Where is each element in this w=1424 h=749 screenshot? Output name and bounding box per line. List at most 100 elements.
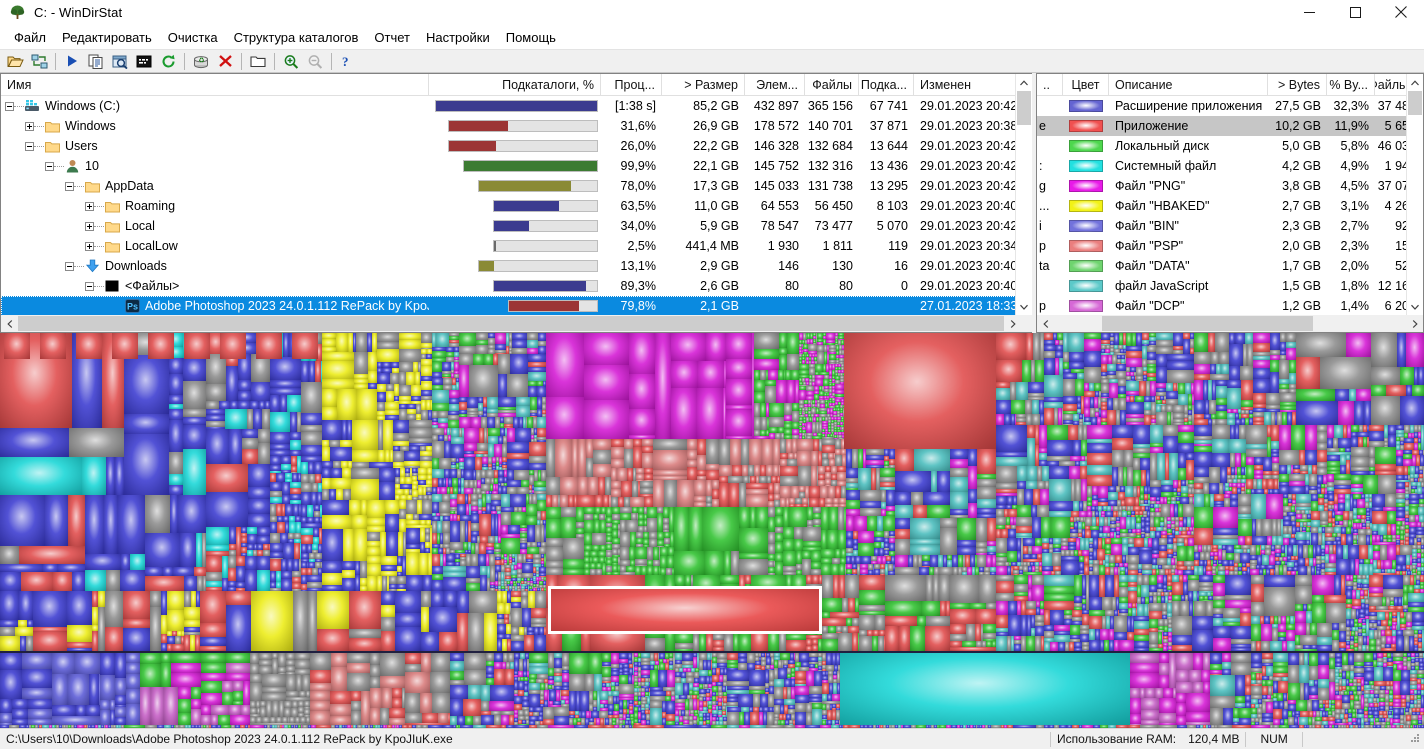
treemap-block[interactable] — [584, 365, 629, 400]
treemap-block[interactable] — [423, 575, 432, 591]
treemap-block[interactable] — [497, 624, 506, 634]
treemap-block[interactable] — [1136, 367, 1143, 376]
treemap-block[interactable] — [1289, 538, 1296, 545]
treemap-block[interactable] — [1212, 453, 1230, 467]
treemap-block[interactable] — [1082, 650, 1089, 651]
treemap-block[interactable] — [504, 417, 513, 424]
treemap-block[interactable] — [1373, 551, 1380, 560]
extension-row[interactable]: : Системный файл 4,2 GB 4,9% 1 94 — [1037, 156, 1423, 176]
collapse-icon[interactable] — [25, 141, 34, 151]
treemap-block[interactable] — [322, 500, 349, 515]
extension-rows[interactable]: Расширение приложения 27,5 GB 32,3% 37 48 e П… — [1037, 96, 1423, 332]
treemap-block[interactable] — [812, 575, 819, 584]
treemap-block[interactable] — [789, 507, 807, 527]
treemap-block[interactable] — [322, 389, 337, 407]
treemap-block[interactable] — [768, 544, 775, 554]
treemap-block[interactable] — [1161, 485, 1173, 492]
treemap-block[interactable] — [1100, 629, 1109, 640]
treemap-block[interactable] — [466, 566, 480, 578]
treemap-block[interactable] — [1326, 603, 1346, 623]
tree-header-files[interactable]: Файлы — [805, 74, 859, 95]
treemap-block[interactable] — [1396, 466, 1404, 475]
treemap-block[interactable] — [529, 463, 546, 470]
treemap-block[interactable] — [1085, 517, 1092, 526]
treemap-block[interactable] — [508, 525, 520, 534]
treemap-block[interactable] — [270, 543, 283, 552]
treemap-block[interactable] — [169, 409, 183, 420]
treemap-block[interactable] — [466, 583, 480, 591]
treemap-block[interactable] — [1089, 575, 1099, 597]
treemap-block[interactable] — [624, 449, 633, 468]
treemap-block[interactable] — [768, 517, 775, 532]
treemap-block[interactable] — [1049, 466, 1069, 479]
treemap-block[interactable] — [507, 480, 521, 487]
treemap-block[interactable] — [381, 556, 397, 565]
treemap-block[interactable] — [611, 439, 624, 447]
treemap-block[interactable] — [1125, 497, 1135, 506]
treemap-block[interactable] — [1334, 575, 1341, 595]
treemap-block[interactable] — [1028, 382, 1044, 393]
treemap-block[interactable] — [342, 570, 355, 578]
treemap-block[interactable] — [1312, 603, 1326, 623]
extension-column-headers[interactable]: ..ЦветОписание> Bytes% By...Файлы — [1037, 74, 1423, 96]
treemap-block[interactable] — [930, 555, 938, 567]
treemap-block[interactable] — [802, 551, 811, 559]
treemap-block[interactable] — [280, 533, 288, 543]
treemap-block[interactable] — [844, 333, 996, 449]
treemap-block[interactable] — [236, 556, 245, 566]
treemap-block[interactable] — [977, 487, 996, 499]
treemap-block[interactable] — [446, 554, 455, 562]
treemap-block[interactable] — [314, 462, 322, 474]
treemap-block[interactable] — [1047, 425, 1068, 440]
treemap-block[interactable] — [331, 468, 342, 478]
treemap-block[interactable] — [1357, 508, 1366, 515]
collapse-icon[interactable] — [5, 101, 14, 111]
treemap-block[interactable] — [1063, 404, 1077, 411]
treemap-block[interactable] — [687, 467, 697, 480]
treemap-block[interactable] — [880, 468, 895, 477]
treemap-block[interactable] — [848, 598, 855, 612]
treemap-block[interactable] — [1266, 494, 1283, 519]
zoom-out-icon[interactable] — [303, 50, 327, 72]
treemap-block[interactable] — [1192, 630, 1213, 651]
treemap-block[interactable] — [194, 567, 206, 576]
treemap-block[interactable] — [1167, 370, 1194, 383]
treemap-block[interactable] — [769, 403, 784, 417]
treemap-block[interactable] — [1346, 534, 1353, 545]
treemap-block[interactable] — [451, 444, 464, 458]
treemap-block[interactable] — [507, 428, 515, 442]
treemap-block[interactable] — [1419, 515, 1424, 522]
treemap-block[interactable] — [593, 439, 611, 450]
treemap-block[interactable] — [1014, 584, 1028, 592]
treemap-block[interactable] — [775, 542, 783, 553]
treemap-block[interactable] — [322, 407, 337, 420]
treemap-block[interactable] — [1016, 382, 1028, 400]
treemap-block[interactable] — [1080, 466, 1087, 479]
treemap-block[interactable] — [1022, 360, 1031, 382]
treemap-block[interactable] — [0, 591, 19, 620]
treemap-block[interactable] — [675, 649, 693, 651]
treemap-block[interactable] — [1212, 425, 1230, 439]
treemap-block[interactable] — [1396, 511, 1405, 518]
treemap-block[interactable] — [1385, 494, 1396, 507]
treemap-block[interactable] — [322, 440, 329, 447]
tree-row[interactable]: Windows 31,6% 26,9 GB 178 572 140 701 37 871 2… — [1, 116, 1032, 136]
treemap-block[interactable] — [409, 420, 432, 428]
treemap-block[interactable] — [780, 459, 787, 466]
treemap-block[interactable] — [517, 487, 529, 494]
treemap-block[interactable] — [377, 333, 399, 342]
treemap-block[interactable] — [1194, 528, 1213, 545]
treemap-block[interactable] — [629, 409, 655, 435]
treemap-block[interactable] — [611, 447, 624, 459]
treemap-block[interactable] — [1418, 507, 1424, 515]
treemap-block[interactable] — [1289, 360, 1296, 373]
treemap-block[interactable] — [1177, 546, 1187, 561]
treemap-block[interactable] — [1054, 635, 1070, 642]
treemap-block[interactable] — [411, 385, 421, 396]
treemap-block[interactable] — [1311, 533, 1318, 545]
treemap-block[interactable] — [257, 556, 270, 570]
treemap-block[interactable] — [754, 333, 779, 349]
treemap-block[interactable] — [317, 591, 349, 629]
treemap-block[interactable] — [301, 361, 309, 382]
treemap-block[interactable] — [724, 551, 731, 575]
